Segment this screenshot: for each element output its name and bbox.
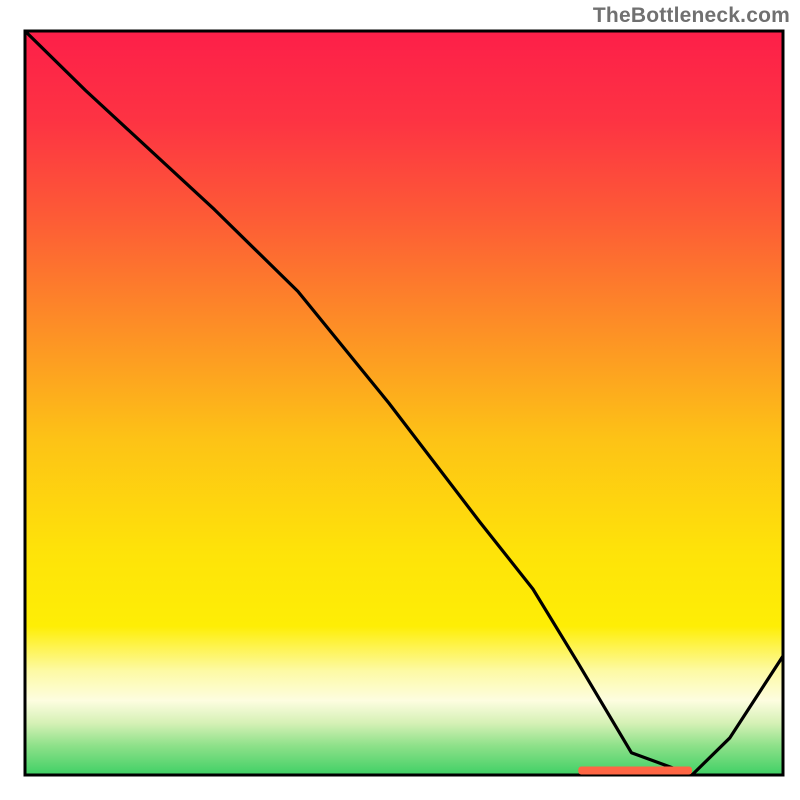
plot-background (25, 31, 783, 775)
chart-svg (0, 0, 800, 800)
chart-stage: TheBottleneck.com (0, 0, 800, 800)
sweet-spot-bar (578, 767, 692, 775)
watermark: TheBottleneck.com (593, 4, 790, 28)
